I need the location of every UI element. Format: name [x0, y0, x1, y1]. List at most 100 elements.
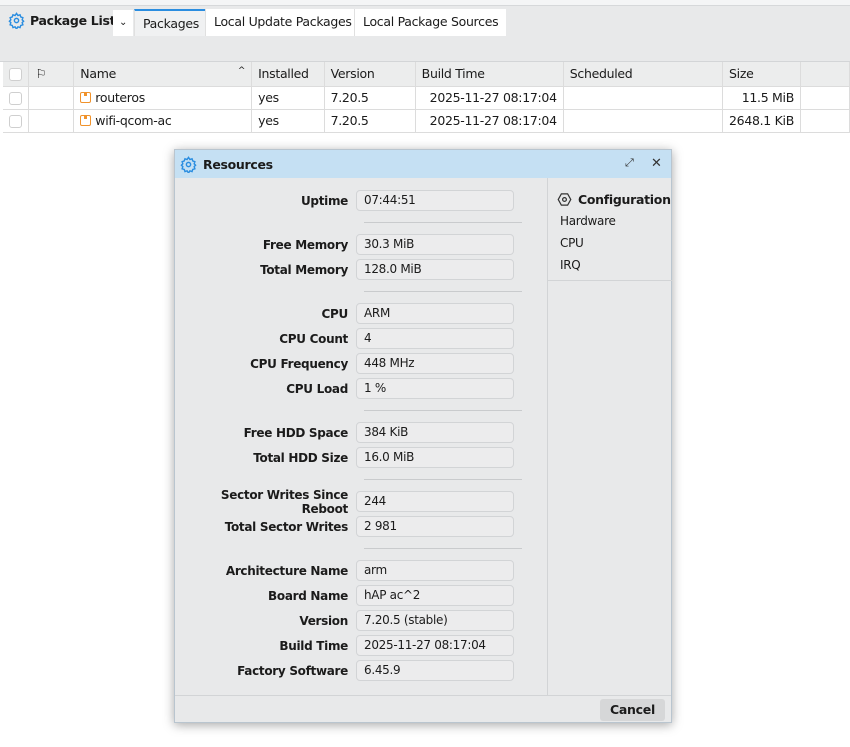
uptime-field[interactable]: 07:44:51	[356, 190, 514, 211]
total-sector-writes-field[interactable]: 2 981	[356, 516, 514, 537]
sort-asc-icon: ^	[237, 66, 246, 77]
field-row: Total Sector Writes 2 981	[175, 514, 547, 539]
side-item-hardware[interactable]: Hardware	[548, 210, 672, 232]
cell-build-time: 2025-11-27 08:17:04	[415, 86, 564, 110]
board-name-label: Board Name	[268, 588, 348, 603]
package-table: ⚐ Name ^ Installed Version Build Time Sch…	[3, 62, 850, 133]
free-memory-field[interactable]: 30.3 MiB	[356, 234, 514, 255]
field-row: Board Name hAP ac^2	[175, 583, 547, 608]
total-memory-label: Total Memory	[260, 262, 348, 277]
toolbar	[0, 36, 850, 62]
hexagon-icon	[557, 192, 572, 206]
build-time-field[interactable]: 2025-11-27 08:17:04	[356, 635, 514, 656]
cpu-load-field[interactable]: 1 %	[356, 378, 514, 399]
version-field[interactable]: 7.20.5 (stable)	[356, 610, 514, 631]
cell-size: 2648.1 KiB	[722, 109, 801, 133]
chevron-down-icon: ⌄	[118, 17, 128, 28]
side-item-irq[interactable]: IRQ	[548, 254, 672, 276]
cell-installed: yes	[251, 86, 325, 110]
cancel-button[interactable]: Cancel	[600, 699, 665, 721]
row-checkbox[interactable]	[9, 115, 22, 128]
tab-bar: Package List ⌄ Packages Local Update Pac…	[0, 6, 850, 36]
field-row: Free HDD Space 384 KiB	[175, 420, 547, 445]
group-separator	[175, 539, 547, 558]
cpu-label: CPU	[321, 306, 349, 321]
architecture-name-field[interactable]: arm	[356, 560, 514, 581]
column-installed[interactable]: Installed	[251, 62, 325, 87]
architecture-name-label: Architecture Name	[225, 563, 348, 578]
sector-writes-since-reboot-field[interactable]: 244	[356, 491, 514, 512]
side-item-cpu[interactable]: CPU	[548, 232, 672, 254]
field-row: Version 7.20.5 (stable)	[175, 608, 547, 633]
cpu-frequency-field[interactable]: 448 MHz	[356, 353, 514, 374]
dialog-title: Resources	[203, 156, 273, 172]
field-row: Build Time 2025-11-27 08:17:04	[175, 633, 547, 658]
dialog-header[interactable]: Resources ⤢ ✕	[175, 150, 671, 178]
table-row[interactable]: wifi-qcom-ac yes 7.20.5 2025-11-27 08:17…	[3, 109, 850, 133]
tab-local-package-sources[interactable]: Local Package Sources	[354, 9, 507, 36]
package-icon	[80, 92, 92, 103]
window-title: Package List	[8, 12, 116, 29]
field-row: CPU Load 1 %	[175, 376, 547, 401]
field-row: Total HDD Size 16.0 MiB	[175, 445, 547, 470]
select-all-checkbox[interactable]	[3, 62, 30, 87]
field-row: Free Memory 30.3 MiB	[175, 232, 547, 257]
field-row: CPU ARM	[175, 301, 547, 326]
row-checkbox[interactable]	[9, 92, 22, 105]
maximize-icon[interactable]: ⤢	[625, 156, 634, 170]
group-separator	[175, 401, 547, 420]
column-name[interactable]: Name ^	[73, 62, 253, 87]
cell-size: 11.5 MiB	[722, 86, 801, 110]
factory-software-field[interactable]: 6.45.9	[356, 660, 514, 681]
cell-name: routeros	[95, 90, 145, 105]
cell-installed: yes	[251, 109, 325, 133]
factory-software-label: Factory Software	[237, 663, 348, 678]
flag-column[interactable]: ⚐	[28, 62, 75, 87]
version-label: Version	[299, 613, 348, 628]
column-empty	[800, 62, 850, 87]
column-scheduled[interactable]: Scheduled	[563, 62, 724, 87]
package-icon	[80, 115, 92, 126]
uptime-label: Uptime	[300, 193, 348, 208]
tab-local-update-packages[interactable]: Local Update Packages	[205, 9, 360, 36]
cpu-field[interactable]: ARM	[356, 303, 514, 324]
field-row: CPU Frequency 448 MHz	[175, 351, 547, 376]
tab-packages[interactable]: Packages	[134, 9, 207, 36]
column-version[interactable]: Version	[324, 62, 416, 87]
resource-fields: Uptime 07:44:51 Free Memory 30.3 MiB Total M…	[175, 178, 547, 695]
tab-dropdown[interactable]: ⌄	[113, 10, 133, 36]
field-row: Architecture Name arm	[175, 558, 547, 583]
table-header: ⚐ Name ^ Installed Version Build Time Sch…	[3, 62, 850, 87]
gear-icon	[8, 12, 25, 29]
window-title-text: Package List	[30, 13, 116, 28]
board-name-field[interactable]: hAP ac^2	[356, 585, 514, 606]
configuration-heading: Configuration	[548, 178, 672, 210]
cpu-count-field[interactable]: 4	[356, 328, 514, 349]
total-memory-field[interactable]: 128.0 MiB	[356, 259, 514, 280]
cell-version: 7.20.5	[324, 86, 416, 110]
side-divider	[548, 280, 672, 281]
dialog-footer: Cancel	[175, 695, 671, 723]
flag-icon: ⚐	[35, 66, 47, 82]
free-memory-label: Free Memory	[262, 237, 348, 252]
column-size[interactable]: Size	[722, 62, 801, 87]
field-row: Total Memory 128.0 MiB	[175, 257, 547, 282]
cpu-count-label: CPU Count	[279, 331, 348, 346]
column-build-time[interactable]: Build Time	[415, 62, 564, 87]
close-icon[interactable]: ✕	[651, 156, 662, 171]
free-hdd-space-field[interactable]: 384 KiB	[356, 422, 514, 443]
resources-dialog: Resources ⤢ ✕ Uptime 07:44:51 Free Memory 3…	[174, 149, 672, 723]
cell-build-time: 2025-11-27 08:17:04	[415, 109, 564, 133]
cell-scheduled	[563, 86, 724, 110]
gear-icon	[180, 155, 197, 173]
total-hdd-size-label: Total HDD Size	[253, 450, 348, 465]
sector-writes-since-reboot-label: Sector Writes Since Reboot	[220, 487, 348, 516]
cpu-frequency-label: CPU Frequency	[250, 356, 348, 371]
field-row: Sector Writes Since Reboot 244	[175, 487, 547, 516]
group-separator	[175, 282, 547, 301]
total-hdd-size-field[interactable]: 16.0 MiB	[356, 447, 514, 468]
cell-name: wifi-qcom-ac	[95, 113, 172, 128]
table-row[interactable]: routeros yes 7.20.5 2025-11-27 08:17:04 …	[3, 86, 850, 110]
cpu-load-label: CPU Load	[286, 381, 348, 396]
cell-version: 7.20.5	[324, 109, 416, 133]
